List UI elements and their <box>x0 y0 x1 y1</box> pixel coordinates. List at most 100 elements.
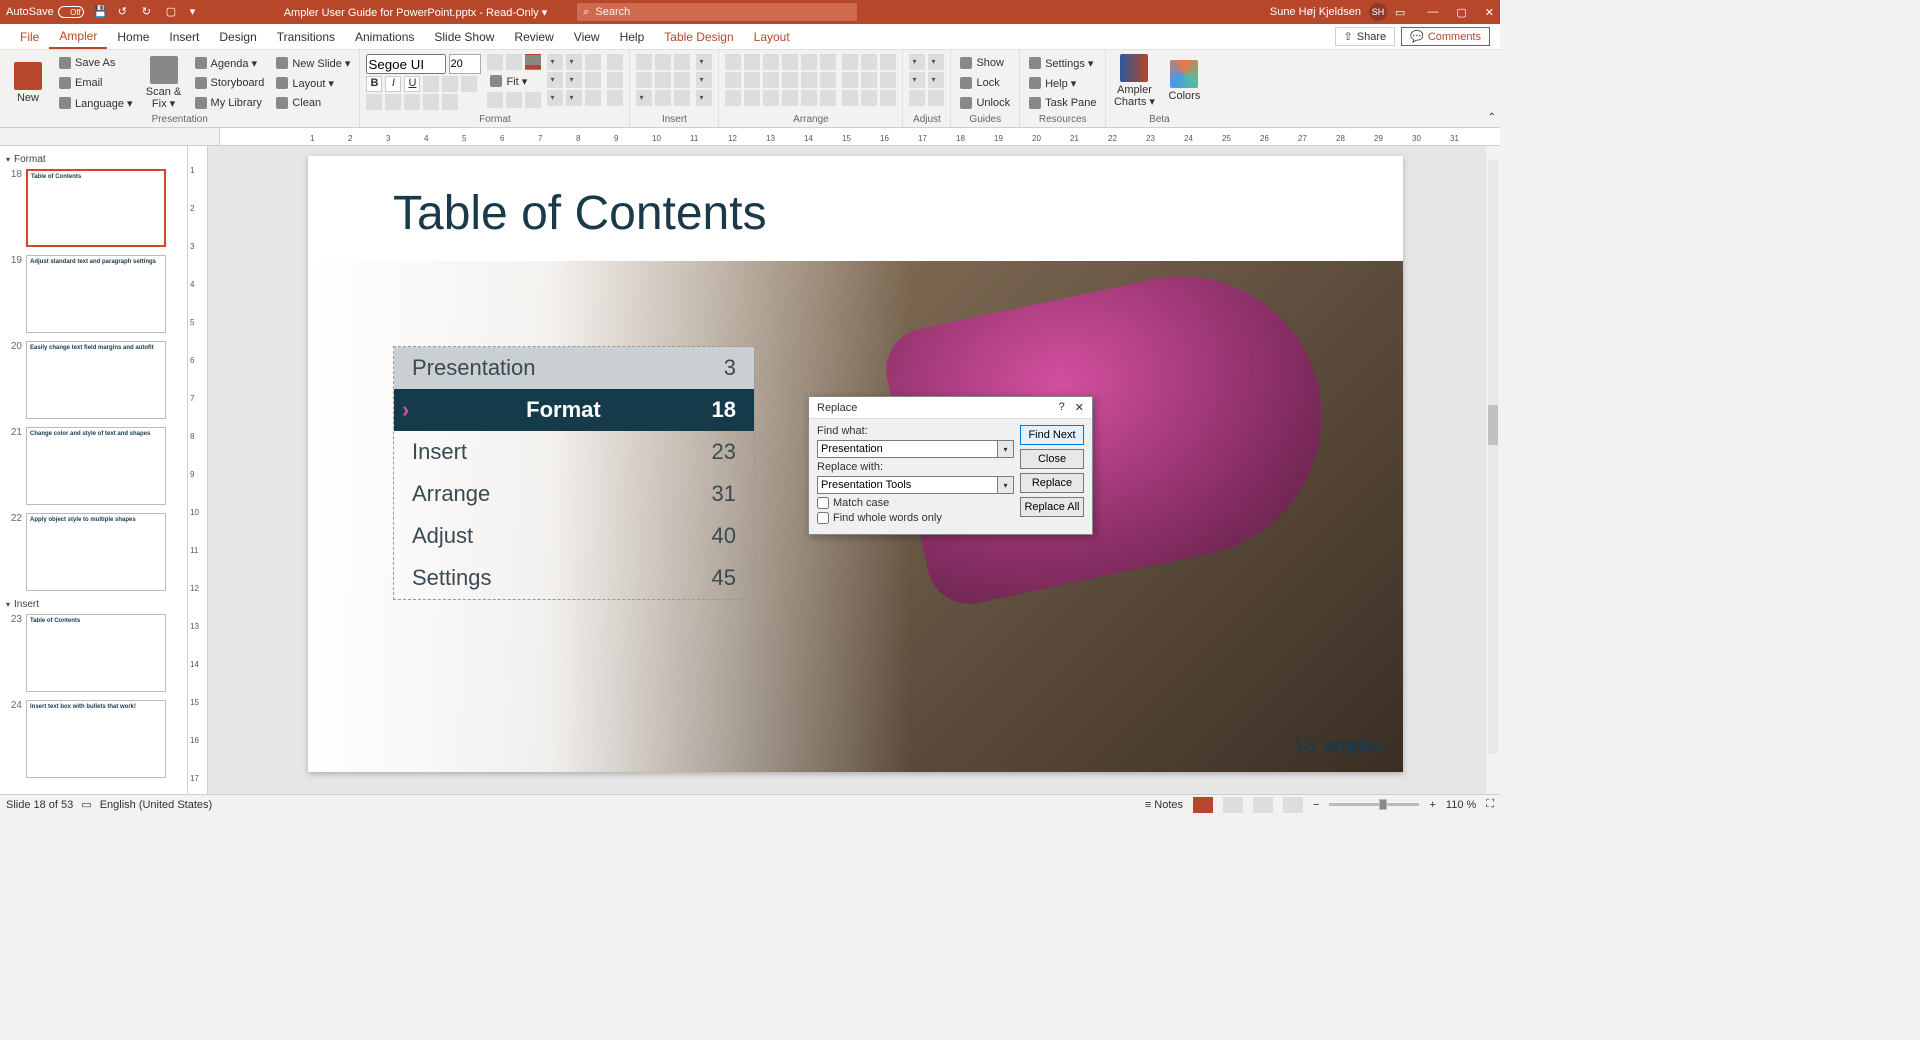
align-right-icon[interactable] <box>404 94 420 110</box>
layout-button[interactable]: Layout ▾ <box>273 74 353 92</box>
swap-icon[interactable] <box>880 72 896 88</box>
language-status[interactable]: English (United States) <box>100 799 213 811</box>
redo-icon[interactable]: ↻ <box>142 5 156 19</box>
replace-dropdown-icon[interactable]: ▾ <box>998 476 1014 494</box>
toc-row[interactable]: Adjust40 <box>394 515 754 557</box>
toc-row[interactable]: Settings45 <box>394 557 754 599</box>
dialog-help-icon[interactable]: ? <box>1059 401 1065 414</box>
taskpane-button[interactable]: Task Pane <box>1026 94 1099 112</box>
reset-icon[interactable] <box>909 90 925 106</box>
align-middle-icon[interactable] <box>801 54 817 70</box>
mylibrary-button[interactable]: My Library <box>192 94 268 112</box>
thumbnail-slide-18[interactable]: 18Table of Contents <box>6 169 181 247</box>
bold-icon[interactable]: B <box>366 76 382 92</box>
match-case-checkbox[interactable]: Match case <box>817 497 1014 509</box>
nudge-left-icon[interactable] <box>909 54 925 70</box>
tab-review[interactable]: Review <box>504 24 563 49</box>
email-button[interactable]: Email <box>56 74 136 92</box>
tab-design[interactable]: Design <box>209 24 266 49</box>
clean-button[interactable]: Clean <box>273 94 353 112</box>
help-button[interactable]: Help ▾ <box>1026 74 1099 92</box>
sorter-view-icon[interactable] <box>1223 797 1243 813</box>
subscript-icon[interactable] <box>442 76 458 92</box>
position-icon[interactable] <box>820 90 836 106</box>
collapse-ribbon-icon[interactable]: ⌃ <box>1488 112 1496 123</box>
fit-window-icon[interactable]: ⛶ <box>1486 798 1494 811</box>
shape-outline-icon[interactable] <box>566 54 582 70</box>
zoom-level[interactable]: 110 % <box>1446 799 1476 811</box>
maximize-icon[interactable]: ▢ <box>1456 6 1466 19</box>
slideshow-icon[interactable]: ▢ <box>166 5 180 19</box>
tab-insert[interactable]: Insert <box>159 24 209 49</box>
autosave-switch[interactable]: Off <box>58 6 84 18</box>
group-icon[interactable] <box>763 72 779 88</box>
replace-button[interactable]: Replace <box>1020 473 1084 493</box>
thumbnail-slide-21[interactable]: 21Change color and style of text and sha… <box>6 427 181 505</box>
align-left-icon[interactable] <box>366 94 382 110</box>
font-color-icon[interactable] <box>525 54 541 70</box>
numbering-icon[interactable] <box>442 94 458 110</box>
autosave-toggle[interactable]: AutoSave Off <box>6 6 84 18</box>
thumbnail-slide-19[interactable]: 19Adjust standard text and paragraph set… <box>6 255 181 333</box>
find-dropdown-icon[interactable]: ▾ <box>998 440 1014 458</box>
snap-icon[interactable] <box>801 90 817 106</box>
same-size-icon[interactable] <box>880 54 896 70</box>
bullets-icon[interactable] <box>423 94 439 110</box>
toc-row[interactable]: Format18 <box>394 389 754 431</box>
qat-more-icon[interactable]: ▾ <box>190 5 204 19</box>
thumbnail-slide-20[interactable]: 20Easily change text field margins and a… <box>6 341 181 419</box>
effects-icon[interactable] <box>547 90 563 106</box>
stack-v-icon[interactable] <box>861 72 877 88</box>
precision-icon[interactable] <box>928 90 944 106</box>
whole-words-checkbox[interactable]: Find whole words only <box>817 512 1014 524</box>
thumbnail-slide-23[interactable]: 23Table of Contents <box>6 614 181 692</box>
ampler-charts-button[interactable]: Ampler Charts ▾ <box>1112 54 1156 108</box>
reading-view-icon[interactable] <box>1253 797 1273 813</box>
dialog-close-icon[interactable]: ✕ <box>1075 401 1084 414</box>
replace-with-input[interactable] <box>817 476 998 494</box>
nudge-up-icon[interactable] <box>909 72 925 88</box>
tab-layout[interactable]: Layout <box>744 24 800 49</box>
find-what-input[interactable] <box>817 440 998 458</box>
align-center-icon[interactable] <box>385 94 401 110</box>
slide-thumbnails-pane[interactable]: Format 18Table of Contents19Adjust stand… <box>0 146 188 794</box>
icons-icon[interactable] <box>696 90 712 106</box>
thumbnail-slide-24[interactable]: 24Insert text box with bullets that work… <box>6 700 181 778</box>
colors-button[interactable]: Colors <box>1162 54 1206 108</box>
tab-ampler[interactable]: Ampler <box>49 24 107 49</box>
share-button[interactable]: ⇧Share <box>1335 27 1396 46</box>
shadow-icon[interactable] <box>566 90 582 106</box>
tab-file[interactable]: File <box>10 24 49 49</box>
minimize-icon[interactable]: — <box>1427 6 1438 19</box>
slide-counter[interactable]: Slide 18 of 53 <box>6 799 73 811</box>
tab-animations[interactable]: Animations <box>345 24 424 49</box>
resize-icon[interactable] <box>861 90 877 106</box>
toc-row[interactable]: Arrange31 <box>394 473 754 515</box>
lock-guides-button[interactable]: Lock <box>957 74 1013 92</box>
saveas-button[interactable]: Save As <box>56 54 136 72</box>
nudge-down-icon[interactable] <box>928 72 944 88</box>
table-style-icon[interactable] <box>607 72 623 88</box>
anchor-icon[interactable] <box>880 90 896 106</box>
save-icon[interactable]: 💾 <box>94 5 108 19</box>
picture-icon[interactable] <box>674 90 690 106</box>
align-left-obj-icon[interactable] <box>725 54 741 70</box>
notes-button[interactable]: ≡ Notes <box>1145 799 1183 811</box>
chart-icon[interactable] <box>696 54 712 70</box>
ungroup-icon[interactable] <box>782 72 798 88</box>
underline-icon[interactable]: U <box>404 76 420 92</box>
line-spacing-icon[interactable] <box>525 92 541 108</box>
shape-fill-icon[interactable] <box>547 54 563 70</box>
stack-h-icon[interactable] <box>842 72 858 88</box>
comments-button[interactable]: 💬Comments <box>1401 27 1490 46</box>
user-avatar[interactable]: SH <box>1369 3 1387 21</box>
font-family-select[interactable] <box>366 54 446 74</box>
accessibility-icon[interactable]: ▭ <box>81 798 91 811</box>
find-next-button[interactable]: Find Next <box>1020 425 1084 445</box>
eyedropper-icon[interactable] <box>585 54 601 70</box>
table-borders-icon[interactable] <box>607 90 623 106</box>
table-icon[interactable] <box>607 54 623 70</box>
slideshow-view-icon[interactable] <box>1283 797 1303 813</box>
toc-table[interactable]: Presentation3Format18Insert23Arrange31Ad… <box>393 346 755 600</box>
new-button[interactable]: New <box>6 54 50 112</box>
